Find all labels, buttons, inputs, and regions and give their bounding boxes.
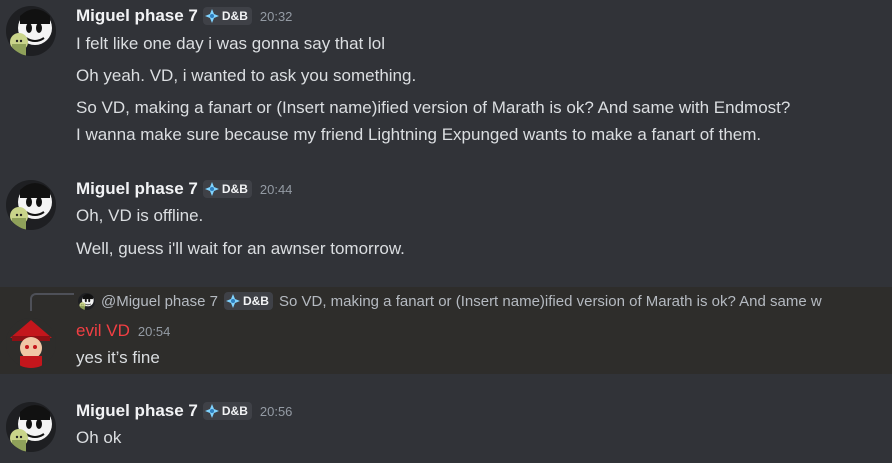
tag-label: D&B [221,404,248,418]
message-text: Well, guess i'll wait for an awnser tomo… [76,239,405,258]
message-text: I wanna make sure because my friend Ligh… [76,125,762,144]
message-text: Oh, VD is offline. [76,206,204,225]
username[interactable]: Miguel phase 7 [76,6,198,26]
message-header: Miguel phase 7 D&B 20:56 [76,400,292,422]
reply-avatar [78,292,95,310]
gem-icon [205,182,219,196]
avatar[interactable] [6,318,56,368]
username[interactable]: evil VD [76,321,130,341]
tag-label: D&B [221,9,248,23]
timestamp[interactable]: 20:32 [260,9,293,24]
avatar[interactable] [6,180,56,230]
timestamp[interactable]: 20:54 [138,324,171,339]
timestamp[interactable]: 20:44 [260,182,293,197]
reply-preview-text[interactable]: So VD, making a fanart or (Insert name)i… [279,293,822,310]
gem-icon [205,404,219,418]
avatar[interactable] [6,6,56,56]
message-text: Oh ok [76,428,122,447]
message-text: yes it’s fine [76,348,160,367]
server-tag[interactable]: D&B [202,7,252,25]
avatar[interactable] [6,402,56,452]
server-tag[interactable]: D&B [202,402,252,420]
server-tag[interactable]: D&B [202,180,252,198]
message-text: So VD, making a fanart or (Insert name)i… [76,98,791,117]
server-tag: D&B [223,292,273,310]
reply-username[interactable]: @Miguel phase 7 [101,293,218,310]
message-header: Miguel phase 7 D&B 20:44 [76,178,292,200]
reply-reference[interactable]: @Miguel phase 7 D&B So VD, making a fana… [78,291,822,311]
gem-icon [205,9,219,23]
timestamp[interactable]: 20:56 [260,404,293,419]
username[interactable]: Miguel phase 7 [76,179,198,199]
tag-label: D&B [242,294,269,308]
tag-label: D&B [221,182,248,196]
username[interactable]: Miguel phase 7 [76,401,198,421]
message-text: I felt like one day i was gonna say that… [76,34,386,53]
gem-icon [226,294,240,308]
message-header: Miguel phase 7 D&B 20:32 [76,5,292,27]
message-header: evil VD 20:54 [76,320,170,342]
reply-connector [30,293,74,311]
message-text: Oh yeah. VD, i wanted to ask you somethi… [76,66,417,85]
